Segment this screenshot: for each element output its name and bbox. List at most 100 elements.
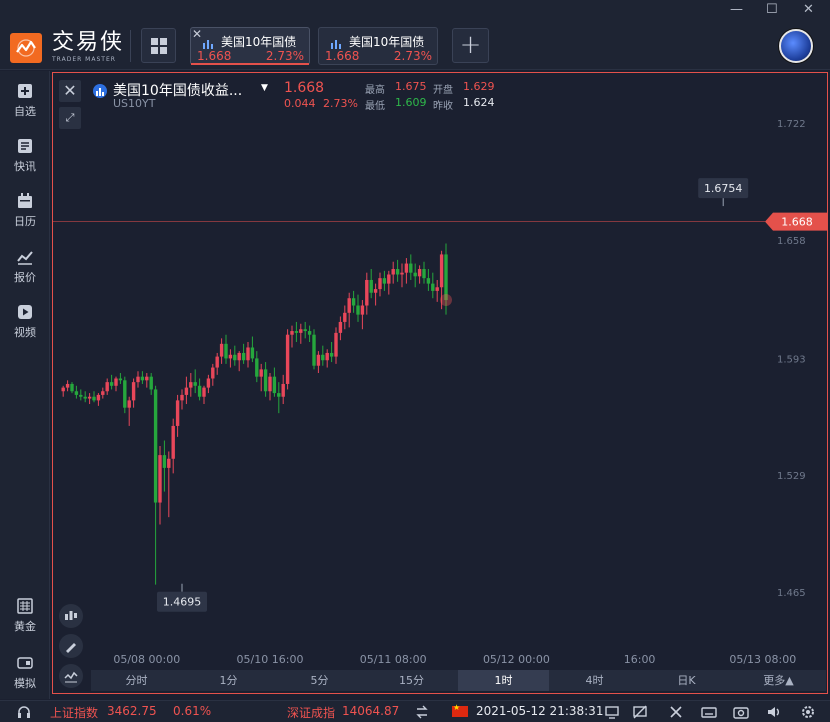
period-tab[interactable]: 1分 [183, 670, 274, 691]
volume-icon[interactable] [766, 704, 782, 720]
candle-body [409, 263, 413, 273]
candle-body [184, 387, 189, 395]
candlestick-chart[interactable]: 1.722 1.658 1.593 1.529 1.465 05/08 00:00 05/1… [53, 73, 829, 695]
sidebar-item-label: 自选 [14, 105, 36, 118]
candle-body [426, 278, 431, 284]
sidebar-item-label: 快讯 [14, 160, 36, 173]
sh-index-value: 3462.75 [107, 704, 157, 718]
candle-body [145, 376, 149, 381]
minimize-icon[interactable]: — [730, 2, 743, 17]
sidebar-item-favorites[interactable]: 自选 [0, 83, 50, 119]
tab-us10y-1[interactable]: ✕ 美国10年国债 1.668 2.73% [190, 27, 310, 65]
open-value: 1.629 [463, 80, 495, 93]
candle-body [360, 305, 365, 315]
candle-body [272, 376, 277, 394]
draw-tool-button[interactable] [59, 634, 83, 658]
candle-body [105, 382, 109, 392]
period-tab[interactable]: 5分 [274, 670, 365, 691]
close-chart-button[interactable]: ✕ [59, 80, 81, 102]
candle-body [211, 367, 215, 379]
sidebar-item-gold[interactable]: 黄金 [0, 598, 50, 634]
tab-change-pct: 2.73% [265, 49, 304, 63]
sidebar-item-simulate[interactable]: 模拟 [0, 655, 50, 691]
app-window: 交易侠 TRADER MASTER ✕ 美国10年国债 1.668 2.73% … [0, 0, 830, 722]
layout-grid-button[interactable] [141, 28, 176, 63]
candle-body [193, 382, 197, 386]
sidebar: 自选 快讯 日历 报价 视频 黄金 模拟 [0, 71, 50, 699]
high-annotation-label: 1.6754 [704, 182, 743, 195]
sh-index-label[interactable]: 上证指数 [50, 704, 98, 721]
candle-body [171, 425, 175, 459]
indicator-button[interactable] [59, 604, 83, 628]
period-tab[interactable]: 分时 [91, 670, 182, 691]
candle-body [101, 391, 105, 395]
candle-body [329, 352, 334, 357]
tools-icon[interactable] [668, 704, 684, 720]
candle-body [131, 382, 136, 401]
period-tab-active[interactable]: 1时 [458, 670, 549, 691]
avatar[interactable] [779, 29, 813, 63]
candle-body [197, 385, 202, 397]
candle-body [246, 347, 250, 361]
candle-body [378, 278, 382, 290]
period-tab[interactable]: 日K [641, 670, 732, 691]
candle-body [61, 387, 65, 392]
news-icon [18, 139, 32, 153]
sz-index-label[interactable]: 深证成指 [287, 704, 335, 721]
period-tab[interactable]: 4时 [549, 670, 640, 691]
tab-us10y-2[interactable]: 美国10年国债 1.668 2.73% [318, 27, 438, 65]
sidebar-item-quotes[interactable]: 报价 [0, 249, 50, 285]
camera-icon[interactable] [733, 704, 749, 720]
candle-body [149, 376, 153, 390]
candle-body [404, 263, 409, 273]
symbol-icon [93, 84, 107, 98]
price-change: 0.044 [284, 97, 316, 110]
period-tab-more[interactable]: 更多▲ [733, 670, 824, 691]
close-window-icon[interactable]: ✕ [803, 2, 814, 17]
sidebar-item-video[interactable]: 视频 [0, 304, 50, 340]
candle-body [180, 394, 184, 401]
period-tab[interactable]: 15分 [366, 670, 457, 691]
sidebar-item-calendar[interactable]: 日历 [0, 193, 50, 229]
sidebar-item-news[interactable]: 快讯 [0, 138, 50, 174]
candle-body [338, 321, 343, 333]
candle-body [439, 254, 444, 288]
caret-down-icon[interactable]: ▼ [261, 83, 268, 93]
analysis-button[interactable] [59, 664, 83, 688]
sidebar-item-label: 黄金 [14, 620, 36, 633]
last-price: 1.668 [284, 80, 325, 96]
candle-body [321, 354, 325, 361]
screen-icon[interactable] [604, 704, 620, 720]
candle-body [435, 287, 439, 291]
candle-body [140, 376, 145, 381]
low-value: 1.609 [395, 96, 427, 109]
low-label: 最低 [365, 101, 385, 112]
headset-icon[interactable] [16, 704, 32, 720]
candle-body [96, 394, 101, 401]
candle-body [153, 389, 158, 503]
expand-chart-button[interactable]: ⤢ [59, 107, 81, 129]
candle-body [281, 383, 285, 397]
calendar-icon [18, 193, 32, 208]
settings-gear-icon[interactable] [800, 704, 816, 720]
swap-icon[interactable] [414, 704, 430, 720]
datetime: 2021-05-12 21:38:31 [476, 704, 604, 718]
candle-body [237, 352, 241, 361]
tab-close-icon[interactable]: ✕ [192, 27, 202, 41]
tab-price: 1.668 [197, 49, 232, 63]
candle-body [74, 391, 79, 395]
keyboard-icon[interactable] [701, 704, 717, 720]
candle-body [118, 378, 123, 381]
candle-body [87, 396, 92, 399]
candle-body [158, 455, 162, 503]
maximize-icon[interactable]: ☐ [766, 2, 778, 17]
candle-body [167, 458, 171, 468]
y-tick-label: 1.529 [777, 471, 806, 482]
screen-off-icon[interactable] [632, 704, 648, 720]
candles-icon [65, 611, 77, 620]
prev-close-value: 1.624 [463, 96, 495, 109]
add-tab-button[interactable]: + [452, 28, 489, 63]
video-icon [18, 305, 32, 319]
x-tick-label: 16:00 [624, 653, 656, 666]
high-label: 最高 [365, 85, 385, 96]
